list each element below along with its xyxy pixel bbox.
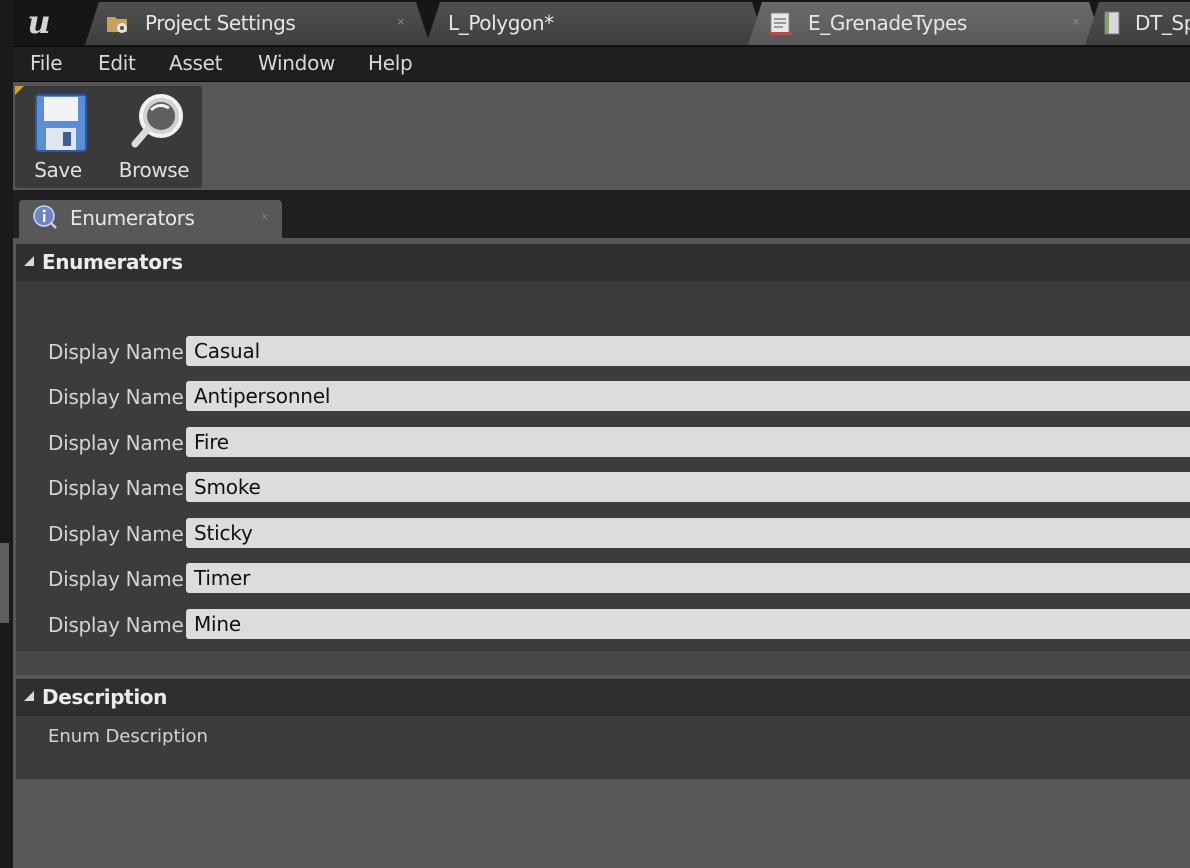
tab-project-settings[interactable]: Project Settings × [85,2,430,45]
info-icon [33,205,57,229]
tab-label: L_Polygon* [448,11,554,35]
collapse-arrow-icon[interactable] [24,256,34,266]
description-body: Enum Description [16,716,1190,779]
document-tab-bar: u Project Settings × L_Polygon* E_Grenad… [13,0,1190,46]
display-name-field[interactable]: Timer [186,563,1190,593]
display-name-field[interactable]: Smoke [186,472,1190,502]
display-name-field[interactable]: Sticky [186,518,1190,548]
display-name-field[interactable]: Antipersonnel [186,381,1190,411]
panel-tab-strip: Enumerators × [13,190,1190,238]
tab-enumerators[interactable]: Enumerators × [19,200,282,238]
settings-folder-icon [105,10,131,36]
browse-button[interactable]: Browse [111,86,197,188]
menu-asset[interactable]: Asset [169,51,222,75]
close-icon[interactable]: × [1072,14,1080,29]
editor-window: u Project Settings × L_Polygon* E_Grenad… [0,0,1190,868]
tab-label: E_GrenadeTypes [808,11,967,35]
left-dock-strip [0,0,13,868]
display-name-label: Display Name [48,431,184,455]
display-name-label: Display Name [48,613,184,637]
menu-file[interactable]: File [30,51,63,75]
menu-window[interactable]: Window [258,51,335,75]
close-icon[interactable]: × [261,209,269,224]
details-panel: Enumerators Display Name Casual Display … [13,238,1190,868]
display-name-field[interactable]: Fire [186,427,1190,457]
collapse-arrow-icon[interactable] [24,691,34,701]
toolbar-corner-accent [15,86,24,95]
tab-label: Project Settings [145,11,296,35]
menu-edit[interactable]: Edit [98,51,136,75]
enum-description-label: Enum Description [48,726,208,747]
menu-help[interactable]: Help [368,51,413,75]
display-name-label: Display Name [48,340,184,364]
save-floppy-icon [35,94,87,152]
display-name-label: Display Name [48,476,184,500]
save-button[interactable]: Save [15,86,101,188]
display-name-label: Display Name [48,385,184,409]
toolbar-panel: Save Browse [15,86,202,188]
section-header-description[interactable]: Description [16,679,1190,716]
browse-label: Browse [118,158,190,182]
save-label: Save [34,158,82,182]
section-separator [16,651,1190,675]
data-table-icon [1101,10,1127,36]
tab-dt-sp[interactable]: DT_Sp [1085,2,1190,45]
tab-label: DT_Sp [1135,11,1190,35]
section-header-enumerators[interactable]: Enumerators [16,244,1190,281]
display-name-label: Display Name [48,522,184,546]
panel-tab-label: Enumerators [70,206,195,230]
close-icon[interactable]: × [397,14,405,29]
display-name-label: Display Name [48,567,184,591]
menu-bar: File Edit Asset Window Help [13,46,1190,82]
dock-scroll-indicator[interactable] [0,543,9,623]
enumerators-list: Display Name Casual Display Name Antiper… [16,281,1190,651]
tab-l-polygon[interactable]: L_Polygon* [426,2,766,45]
tab-e-grenadetypes[interactable]: E_GrenadeTypes × [748,2,1103,45]
section-title: Enumerators [42,250,183,274]
display-name-field[interactable]: Mine [186,609,1190,639]
magnifier-icon [131,94,183,148]
enum-document-icon [768,10,794,36]
display-name-field[interactable]: Casual [186,336,1190,366]
asset-toolbar: Save Browse [13,82,1190,190]
section-title: Description [42,685,167,709]
unreal-logo-icon[interactable]: u [13,2,65,44]
